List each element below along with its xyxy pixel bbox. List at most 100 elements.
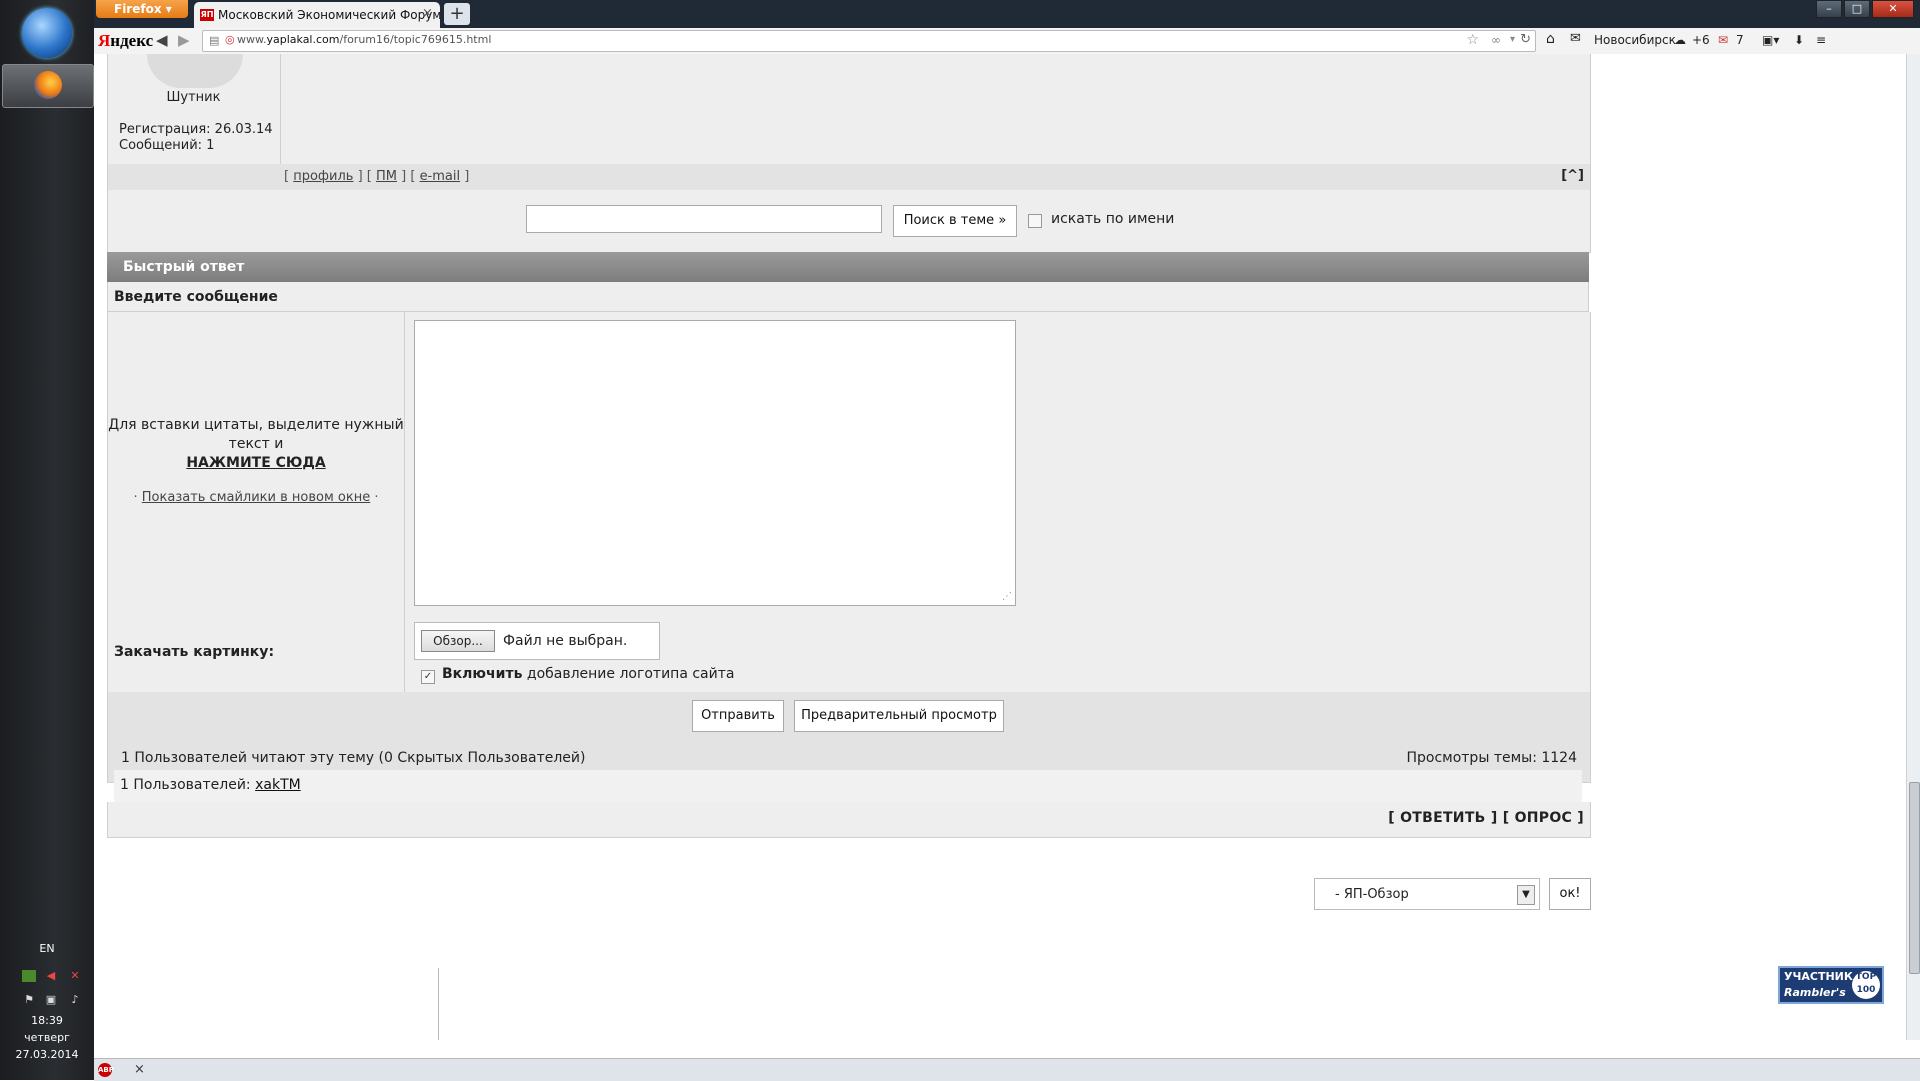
enter-message-label: Введите сообщение [107,282,1589,312]
close-window-button[interactable]: ✕ [1872,0,1914,18]
site-favicon-icon: ЯП [200,9,214,21]
language-indicator[interactable]: EN [0,942,94,955]
weather-temperature[interactable]: +6 [1692,33,1710,47]
nvidia-icon[interactable] [22,970,36,982]
minimize-button[interactable]: – [1816,0,1842,18]
preview-button[interactable]: Предварительный просмотр [794,700,1004,732]
show-smilies-link[interactable]: Показать смайлики в новом окне [142,490,370,505]
speaker-icon[interactable]: ♪ [68,994,82,1006]
mail-count[interactable]: 7 [1736,33,1744,47]
author-username[interactable]: Шутник [108,90,279,105]
resize-grip-icon[interactable]: ⋰ [1002,591,1012,602]
scroll-to-top-link[interactable]: [^] [1561,168,1584,183]
upload-image-label: Закачать картинку: [114,644,275,660]
site-icon: ◎ [225,33,235,46]
start-button[interactable] [22,8,72,58]
firefox-taskbar-button[interactable] [2,64,94,108]
forward-arrow-icon[interactable]: ▶ [178,31,190,49]
image-upload-row: Закачать картинку: Обзор... Файл не выбр… [107,616,1591,693]
yandex-logo[interactable]: Яндекс [98,31,153,51]
forum-jump-select[interactable]: - ЯП-Обзор ▼ [1314,878,1540,910]
insert-quote-link[interactable]: НАЖМИТЕ СЮДА [108,454,404,473]
readers-count: 1 Пользователей читают эту тему (0 Скрыт… [121,750,586,766]
author-info: Шутник Регистрация: 26.03.14 Сообщений: … [107,54,1591,164]
profile-links: [ профиль ] [ ПМ ] [ e-mail ] [284,169,470,184]
firefox-icon [34,71,62,99]
profile-links-row: [ профиль ] [ ПМ ] [ e-mail ] [^] [107,164,1591,190]
close-icon[interactable]: × [134,1062,145,1077]
topic-actions-row: [ ОТВЕТИТЬ ] [ ОПРОС ] [107,802,1591,838]
network-off-icon[interactable]: ✕ [68,970,82,982]
search-by-name-checkbox[interactable] [1028,214,1042,228]
bookmarks-menu-icon[interactable]: ▣▾ [1762,33,1779,47]
pm-link[interactable]: ПМ [376,169,397,184]
add-logo-label: Включить добавление логотипа сайта [442,666,735,682]
address-url: www.yaplakal.com/forum16/topic769615.htm… [237,33,492,46]
file-status: Файл не выбран. [503,633,628,649]
jump-ok-button[interactable]: ок! [1549,878,1591,910]
footer-divider [438,968,439,1040]
reload-icon[interactable]: ↻ [1520,32,1531,47]
clock-time[interactable]: 18:39 [0,1014,94,1027]
column-divider [280,54,281,164]
volume-muted-icon[interactable]: ◀ [44,970,58,982]
forum-jump-value: - ЯП-Обзор [1335,887,1409,902]
browse-button[interactable]: Обзор... [421,630,495,652]
search-input[interactable] [526,205,882,233]
windows-taskbar: EN ◀ ✕ ⚑ ▣ ♪ 18:39 четверг 27.03.2014 [0,0,95,1080]
adblock-icon[interactable]: ABP [98,1063,114,1077]
reader-glasses-icon[interactable]: ∞ [1491,33,1501,47]
chevron-down-icon[interactable]: ▼ [1517,885,1535,905]
window-controls: – □ ✕ [1814,0,1914,18]
action-center-flag-icon[interactable]: ⚑ [22,994,36,1006]
history-dropdown-icon[interactable]: ▾ [1510,34,1515,45]
new-tab-button[interactable]: + [444,3,470,25]
home-icon[interactable]: ⌂ [1546,31,1555,47]
clock-weekday: четверг [24,1031,70,1044]
weather-cloud-icon[interactable]: ☁ [1674,33,1686,47]
avatar[interactable] [147,54,243,88]
maximize-button[interactable]: □ [1844,0,1870,18]
active-users-row: 1 Пользователей: xakTM [114,770,1582,802]
email-link[interactable]: e-mail [420,169,461,184]
send-button[interactable]: Отправить [692,700,784,732]
firefox-menu-button[interactable]: Firefox ▾ [96,0,188,18]
page-identity-icon[interactable]: ▤ [209,34,219,47]
topic-views: Просмотры темы: 1124 [1406,750,1577,766]
add-logo-checkbox[interactable]: ✓ [421,670,435,684]
navigation-toolbar: Яндекс ◀ ▶ ▤ ◎ www.yaplakal.com/forum16/… [94,28,1920,55]
column-divider [404,312,405,616]
page-scrollbar[interactable] [1906,54,1920,1040]
mail-envelope-icon[interactable]: ✉ [1570,31,1581,46]
menu-icon[interactable]: ≡ [1816,33,1826,47]
topic-search-row: Поиск в теме » искать по имени [107,190,1591,253]
message-textarea[interactable]: ⋰ [414,320,1016,606]
search-in-topic-button[interactable]: Поиск в теме » [893,205,1017,237]
city-name[interactable]: Новосибирск [1594,33,1676,47]
smilies-link-row: · Показать смайлики в новом окне · [133,490,379,505]
tab-title: Московский Экономический Форум. ... [218,8,440,22]
quote-help-text: Для вставки цитаты, выделите нужный текс… [108,417,404,452]
submit-row: Отправить Предварительный просмотр [107,692,1591,739]
rambler-top100-badge[interactable]: УЧАСТНИК Rambler's TOP 100 [1778,966,1884,1004]
quote-help: Для вставки цитаты, выделите нужный текс… [108,416,404,473]
reply-poll-actions[interactable]: [ ОТВЕТИТЬ ] [ ОПРОС ] [1388,810,1584,826]
user-link[interactable]: xakTM [255,777,301,793]
tab-active[interactable]: ЯП Московский Экономический Форум. ... [194,2,440,28]
address-bar[interactable]: ▤ ◎ www.yaplakal.com/forum16/topic769615… [202,30,1536,52]
scrollbar-thumb[interactable] [1909,782,1920,974]
file-input[interactable]: Обзор... Файл не выбран. [414,622,660,660]
search-by-name-label: искать по имени [1051,211,1175,227]
editor-row: Для вставки цитаты, выделите нужный текс… [107,312,1591,617]
profile-link[interactable]: профиль [293,169,353,184]
bookmark-star-icon[interactable]: ☆ [1466,32,1479,48]
mail-notification-icon[interactable]: ✉ [1718,33,1728,47]
back-arrow-icon[interactable]: ◀ [156,31,168,49]
forum-page: Шутник Регистрация: 26.03.14 Сообщений: … [94,54,1906,1058]
tab-close-icon[interactable]: × [422,6,433,21]
posts-count: Сообщений: 1 [119,138,215,153]
status-bar: ABP × [94,1058,1920,1081]
network-icon[interactable]: ▣ [44,994,58,1006]
column-divider [404,616,405,692]
downloads-icon[interactable]: ⬇ [1794,33,1804,47]
